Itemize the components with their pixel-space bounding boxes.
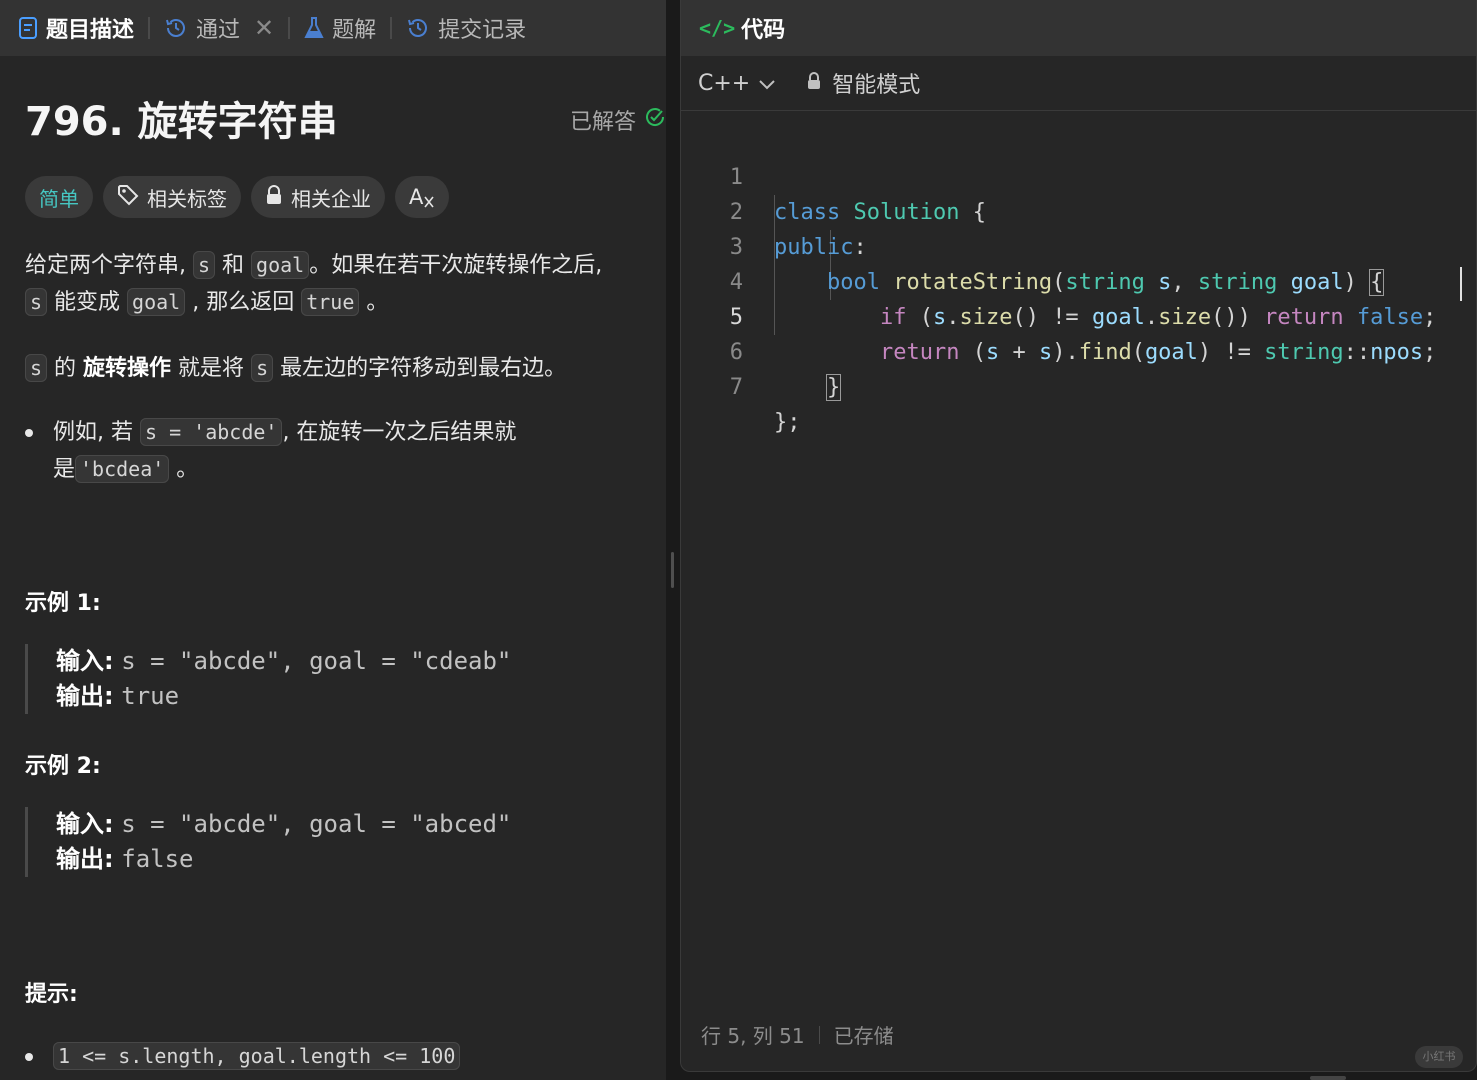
tab-solutions[interactable]: 题解 bbox=[304, 0, 376, 56]
bullet-dot bbox=[25, 1053, 33, 1061]
check-circle-icon bbox=[644, 106, 666, 134]
code-panel: </> 代码 C++ 智能模式 1 class Solution { 2 pub… bbox=[680, 0, 1477, 1072]
description-paragraph-2: s 的 旋转操作 就是将 s 最左边的字符移动到最右边。 bbox=[25, 350, 655, 387]
code-line[interactable]: 2 public: bbox=[681, 160, 1476, 260]
tab-divider bbox=[148, 17, 151, 39]
solved-status: 已解答 bbox=[570, 104, 666, 136]
flask-icon bbox=[304, 16, 324, 40]
code-line[interactable]: 3 bool rotateString(string s, string goa… bbox=[681, 195, 1476, 296]
code-icon: </> bbox=[699, 16, 736, 40]
panel-divider bbox=[666, 0, 680, 1080]
inline-code: s bbox=[25, 288, 48, 316]
related-tags-label: 相关标签 bbox=[147, 186, 227, 211]
lock-icon bbox=[265, 184, 283, 210]
chevron-down-icon bbox=[758, 71, 776, 96]
description-icon bbox=[18, 17, 38, 39]
output-label: 输出: bbox=[56, 845, 114, 873]
lock-icon bbox=[806, 71, 822, 96]
language-select[interactable]: C++ bbox=[698, 71, 776, 96]
code-line[interactable]: 4 if (s.size() != goal.size()) return fa… bbox=[681, 230, 1476, 330]
editor-toolbar: C++ 智能模式 bbox=[681, 56, 1476, 111]
code-line[interactable]: 7 }; bbox=[681, 335, 1476, 435]
status-divider bbox=[818, 1025, 820, 1044]
inline-code: goal bbox=[251, 251, 310, 279]
code-text: } bbox=[825, 374, 842, 401]
inline-code: s = 'abcde' bbox=[139, 418, 283, 446]
input-label: 输入: bbox=[56, 810, 114, 838]
inline-code: goal bbox=[127, 288, 186, 316]
tab-description[interactable]: 题目描述 bbox=[18, 0, 134, 56]
related-companies-button[interactable]: 相关企业 bbox=[251, 176, 385, 218]
scroll-indicator bbox=[1310, 1076, 1346, 1080]
solved-status-label: 已解答 bbox=[569, 110, 636, 135]
difficulty-badge[interactable]: 简单 bbox=[25, 176, 93, 218]
history-icon bbox=[164, 16, 188, 40]
example-2-block: 输入: s = "abcde", goal = "abced" 输出: fals… bbox=[25, 807, 511, 877]
tab-description-label: 题目描述 bbox=[46, 18, 135, 43]
inline-code: s bbox=[25, 354, 48, 382]
tab-submissions[interactable]: 提交记录 bbox=[406, 0, 526, 56]
line-number: 7 bbox=[729, 375, 743, 400]
inline-code: s bbox=[251, 354, 274, 382]
tab-accepted-label: 通过 bbox=[196, 18, 241, 43]
input-label: 输入: bbox=[56, 647, 114, 675]
related-tags-button[interactable]: 相关标签 bbox=[103, 176, 241, 218]
example-2-title: 示例 2: bbox=[25, 754, 101, 779]
inline-code: 'bcdea' bbox=[75, 455, 170, 483]
inline-code: true bbox=[301, 288, 360, 316]
bullet-dot bbox=[25, 429, 33, 437]
resize-handle[interactable] bbox=[671, 552, 674, 588]
hints-title: 提示: bbox=[25, 982, 78, 1007]
code-panel-header: </> 代码 bbox=[681, 0, 1476, 56]
tab-submissions-label: 提交记录 bbox=[438, 18, 527, 43]
code-text: }; bbox=[774, 410, 801, 435]
close-icon[interactable]: ✕ bbox=[254, 14, 274, 42]
output-label: 输出: bbox=[56, 682, 114, 710]
problem-header: 796. 旋转字符串 已解答 bbox=[25, 92, 666, 152]
text-cursor bbox=[1460, 267, 1462, 301]
example-1-block: 输入: s = "abcde", goal = "cdeab" 输出: true bbox=[25, 644, 511, 714]
inline-code: s bbox=[193, 251, 216, 279]
description-paragraph-1: 给定两个字符串, s 和 goal 。如果在若干次旋转操作之后, s 能变成 goa… bbox=[25, 251, 603, 316]
related-companies-label: 相关企业 bbox=[291, 186, 371, 211]
tag-row: 简单 相关标签 相关企业 A bbox=[25, 176, 450, 218]
smart-mode-toggle[interactable]: 智能模式 bbox=[806, 67, 920, 99]
example-output: false bbox=[121, 845, 194, 873]
tag-icon bbox=[117, 184, 139, 211]
font-size-button[interactable]: A bbox=[395, 176, 450, 218]
tab-accepted[interactable]: 通过 ✕ bbox=[164, 0, 274, 56]
editor-status-bar: 行 5, 列 51 已存储 bbox=[701, 1020, 894, 1049]
example-1-title: 示例 1: bbox=[25, 591, 101, 616]
problem-tabs: 题目描述 通过 ✕ 题解 提交记录 bbox=[0, 0, 666, 56]
code-editor[interactable]: 1 class Solution { 2 public: 3 bool rota… bbox=[681, 125, 1476, 435]
code-panel-title: 代码 bbox=[741, 18, 786, 43]
problem-panel: 题目描述 通过 ✕ 题解 提交记录 796. 旋转字符串 已解答 简单 相关标签… bbox=[0, 0, 666, 1080]
description-bullet: 例如, 若 s = 'abcde', 在旋转一次之后结果就是'bcdea' 。 bbox=[25, 414, 655, 488]
code-line[interactable]: 1 class Solution { bbox=[681, 125, 1476, 225]
code-line[interactable]: 6 } bbox=[681, 300, 1476, 401]
save-status: 已存储 bbox=[833, 1024, 894, 1048]
language-label: C++ bbox=[698, 70, 751, 96]
example-input: s = "abcde", goal = "cdeab" bbox=[121, 647, 512, 675]
tab-divider bbox=[288, 17, 291, 39]
font-size-icon: A bbox=[409, 185, 435, 209]
cursor-position: 行 5, 列 51 bbox=[701, 1024, 805, 1048]
history-icon bbox=[406, 16, 430, 40]
example-output: true bbox=[121, 682, 180, 710]
hint-code: 1 <= s.length, goal.length <= 100 bbox=[53, 1042, 461, 1070]
watermark-logo: 小红书 bbox=[1415, 1046, 1463, 1068]
example-input: s = "abcde", goal = "abced" bbox=[121, 810, 512, 838]
tab-solutions-label: 题解 bbox=[332, 18, 377, 43]
tab-divider bbox=[390, 17, 393, 39]
smart-mode-label: 智能模式 bbox=[832, 73, 921, 98]
hint-item: 1 <= s.length, goal.length <= 100 bbox=[25, 1038, 655, 1075]
code-line[interactable]: 5 return (s + s).find(goal) != string::n… bbox=[681, 265, 1476, 365]
